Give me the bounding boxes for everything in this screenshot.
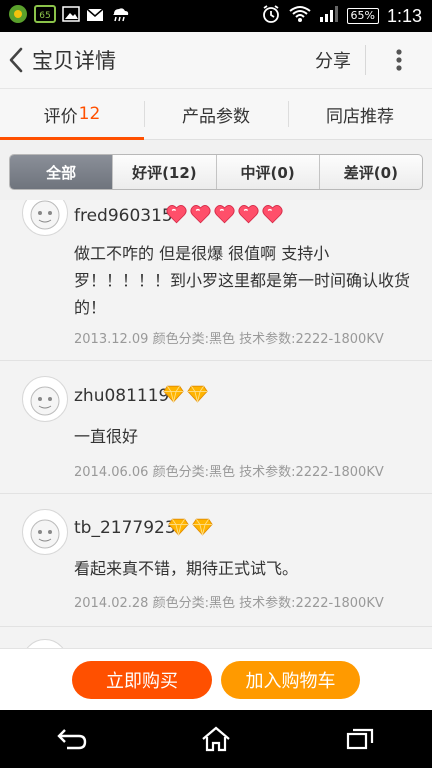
review-username: fred960315 [74,206,173,226]
status-bar: 65 65% 1:13 [0,0,432,32]
top-header: 宝贝详情 分享 [0,32,432,89]
review-username: tb_2177923 [74,518,176,538]
nav-recents-button[interactable] [320,710,400,768]
badge-icon: 65 [34,5,56,27]
add-to-cart-button[interactable]: 加入购物车 [221,661,360,699]
avatar [22,376,68,422]
mail-icon [86,7,104,26]
review-item: tb_2177923 看起来真不错，期待正式试飞。 2014.02.28 颜色分… [0,494,432,627]
alarm-icon [261,4,281,28]
tab-shop-recommendations[interactable]: 同店推荐 [288,89,432,139]
image-icon [62,6,80,26]
tab-label: 评价 [43,106,78,127]
review-content: 做工不咋的 但是很爆 很值啊 支持小罗！！！！！到小罗这里都是第一时间确认收货的… [74,244,411,317]
review-list[interactable]: fred960315 做工不咋的 但是很爆 很值啊 支持小罗！！！！！到小罗这里… [0,200,432,648]
tab-count: 12 [78,104,101,124]
system-nav-bar [0,710,432,768]
review-meta: 2014.06.06 颜色分类:黑色 技术参数:2222-1800KV [74,465,384,480]
filter-neutral[interactable]: 中评(0) [215,155,319,189]
battery-indicator: 65% [346,8,379,24]
review-content: 看起来真不错，期待正式试飞。 [74,559,299,578]
recent-apps-icon [346,728,374,750]
review-rating [168,518,213,536]
filter-positive[interactable]: 好评(12) [112,155,215,189]
review-meta: 2014.02.28 颜色分类:黑色 技术参数:2222-1800KV [74,596,384,611]
badge-count: 65 [39,11,50,21]
review-item [0,627,432,648]
back-arrow-icon [57,729,87,750]
more-vertical-icon [396,49,402,71]
review-item: zhu081119 一直很好 2014.06.06 颜色分类:黑色 技术参数:2… [0,361,432,494]
diamond-icon [187,385,208,403]
review-content: 一直很好 [74,427,139,446]
review-meta: 2013.12.09 颜色分类:黑色 技术参数:2222-1800KV [74,332,384,347]
diamond-icon [192,518,213,536]
heart-icon [190,205,211,224]
avatar [22,639,68,648]
nav-back-button[interactable] [32,710,112,768]
heart-icon [238,205,259,224]
more-menu-button[interactable] [366,32,432,88]
back-button[interactable] [2,32,30,88]
tab-label: 产品参数 [182,106,250,127]
review-filter-segmented: 全部 好评(12) 中评(0) 差评(0) [9,154,423,190]
review-rating [166,204,283,224]
wifi-icon [288,5,311,27]
purchase-action-bar: 立即购买 加入购物车 [0,648,432,711]
heart-icon [214,205,235,224]
filter-all[interactable]: 全部 [10,155,113,189]
status-time: 1:13 [386,5,422,26]
review-username: zhu081119 [74,386,170,406]
avatar [22,200,68,236]
page-title: 宝贝详情 [32,49,116,73]
tab-reviews[interactable]: 评价 12 [0,89,144,139]
review-item: fred960315 做工不咋的 但是很爆 很值啊 支持小罗！！！！！到小罗这里… [0,200,432,361]
home-icon [202,726,230,752]
share-button[interactable]: 分享 [301,32,365,88]
weather-icon [110,5,130,27]
app-notification-icon [8,4,28,28]
review-filter-bar: 全部 好评(12) 中评(0) 差评(0) [0,140,432,206]
detail-tabs: 评价 12 产品参数 同店推荐 [0,89,432,140]
tab-label: 同店推荐 [326,106,394,127]
filter-negative[interactable]: 差评(0) [318,155,422,189]
review-rating [163,385,208,403]
avatar [22,509,68,555]
chevron-left-icon [9,47,23,73]
signal-icon [319,6,339,26]
heart-icon [166,205,187,224]
nav-home-button[interactable] [176,710,256,768]
tab-product-params[interactable]: 产品参数 [144,89,288,139]
heart-icon [262,205,283,224]
buy-now-button[interactable]: 立即购买 [72,661,212,699]
diamond-icon [168,518,189,536]
diamond-icon [163,385,184,403]
